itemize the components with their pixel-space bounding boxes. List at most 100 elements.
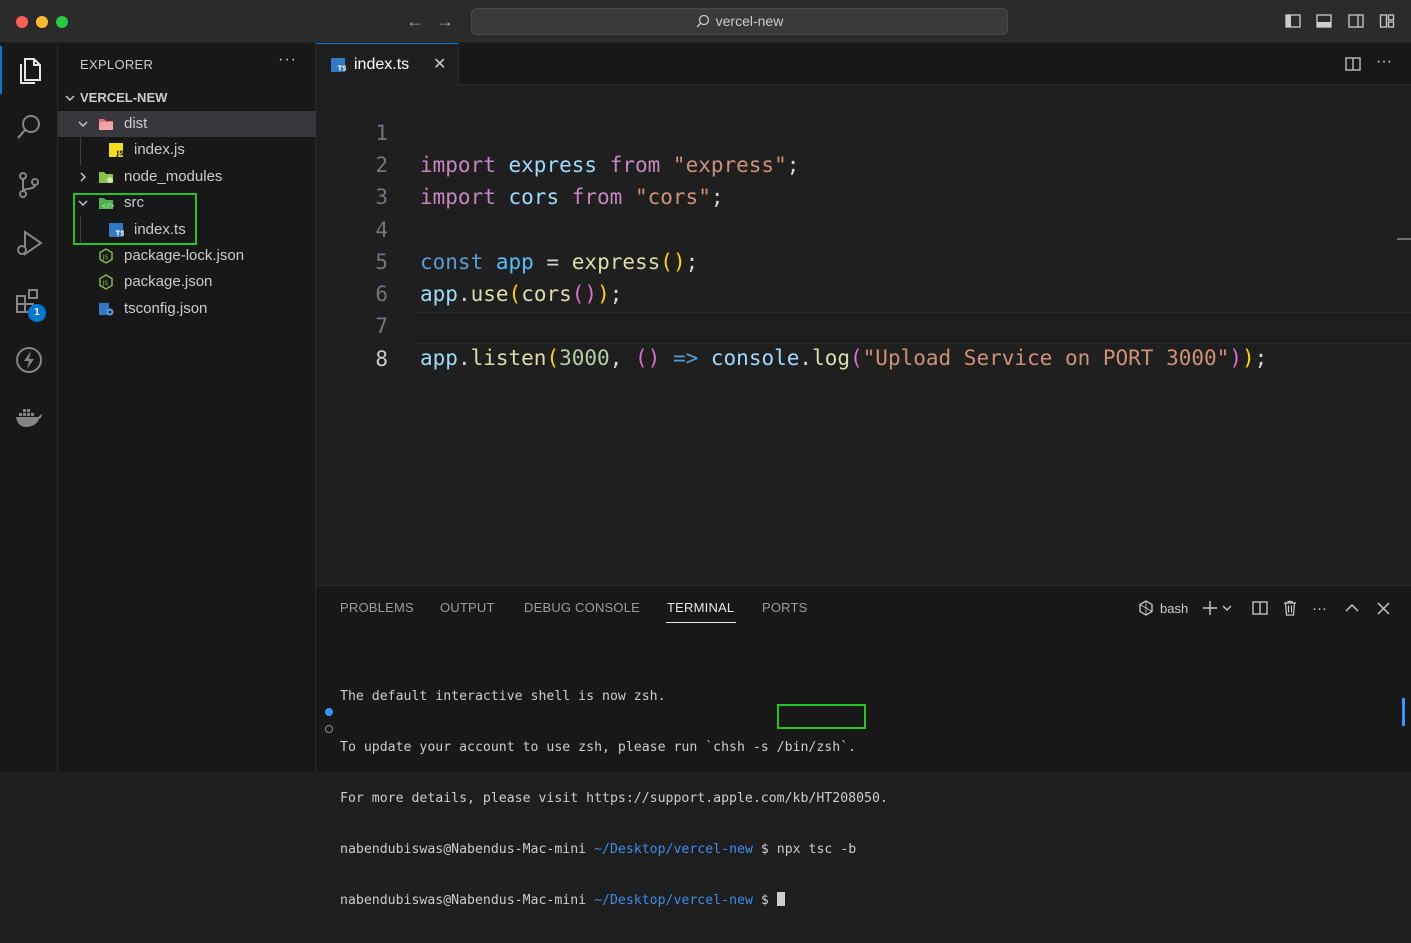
tree-item-label: package.json [124, 273, 213, 290]
tab-label: index.ts [354, 56, 410, 73]
prompt-path: ~/Desktop/vercel-new [594, 842, 753, 857]
tree-item-label: index.js [134, 141, 185, 158]
tree-item-node-modules[interactable]: node_modules [58, 164, 316, 190]
code-line: 3 [316, 149, 1411, 209]
tab-problems[interactable]: PROBLEMS [340, 600, 414, 615]
prompt-symbol: $ [760, 893, 769, 908]
minimize-window-button[interactable] [36, 16, 48, 28]
code-line: 2 import cors from "cors"; [316, 117, 1411, 209]
chevron-down-icon [76, 111, 90, 137]
code-line: 8 [316, 311, 1411, 371]
chevron-up-icon [1345, 604, 1359, 612]
tree-item-package-lock[interactable]: JS package-lock.json [58, 243, 316, 269]
tab-output[interactable]: OUTPUT [440, 600, 495, 615]
toggle-panel-icon[interactable] [1316, 13, 1332, 29]
code-line: 5 app.use(cors()); [316, 214, 1411, 306]
line-number: 8 [375, 347, 388, 371]
tree-item-label: dist [124, 115, 148, 132]
more-actions-button[interactable]: ··· [278, 51, 297, 69]
new-terminal-button[interactable] [1202, 598, 1232, 618]
code-editor[interactable]: 1 import express from "express"; 2 impor… [316, 85, 1411, 585]
prompt-user-host: nabendubiswas@Nabendus-Mac-mini [340, 893, 587, 908]
extensions-badge: 1 [28, 304, 46, 322]
typescript-file-icon: TS [331, 58, 346, 73]
svg-text:JS: JS [102, 280, 109, 287]
explorer-title: EXPLORER [80, 57, 154, 72]
tree-item-tsconfig[interactable]: tsconfig.json [58, 296, 316, 322]
split-editor-icon[interactable] [1345, 56, 1361, 72]
code-line: 1 import express from "express"; [316, 85, 1411, 177]
tab-terminal[interactable]: TERMINAL [667, 600, 734, 615]
terminal-scrollbar[interactable] [1402, 698, 1405, 726]
arrow-left-icon[interactable]: ← [404, 10, 426, 32]
nodejs-file-icon: JS [99, 274, 113, 290]
workspace-name: vercel-new [715, 13, 784, 29]
terminal-output[interactable]: The default interactive shell is now zsh… [340, 654, 888, 943]
split-terminal-button[interactable] [1252, 598, 1268, 618]
svg-text:JS: JS [102, 254, 109, 261]
thunder-client-activity[interactable] [0, 336, 58, 384]
toggle-secondary-sidebar-icon[interactable] [1348, 13, 1364, 29]
search-icon [696, 14, 709, 28]
terminal-line: The default interactive shell is now zsh… [340, 689, 666, 704]
maximize-panel-button[interactable] [1345, 598, 1359, 618]
zoom-window-button[interactable] [56, 16, 68, 28]
nodejs-file-icon: JS [99, 248, 113, 264]
folder-dist-icon [99, 119, 113, 130]
explorer-activity[interactable] [0, 46, 58, 94]
terminal-command: npx tsc -b [776, 842, 857, 857]
code-text: app.listen(3000, () => console.log("Uplo… [420, 346, 1268, 370]
arrow-right-icon[interactable]: → [434, 10, 456, 32]
activity-bar: 1 [0, 43, 58, 772]
extensions-activity[interactable]: 1 [0, 278, 58, 326]
active-tab-underline [666, 622, 736, 623]
docker-activity[interactable] [0, 393, 58, 441]
search-icon [17, 115, 40, 139]
source-control-activity[interactable] [0, 161, 58, 209]
toggle-primary-sidebar-icon[interactable] [1285, 13, 1301, 29]
more-actions-button[interactable]: ··· [1376, 53, 1392, 71]
chevron-right-icon [76, 164, 90, 190]
bottom-panel: PROBLEMS OUTPUT DEBUG CONSOLE TERMINAL P… [316, 585, 1411, 908]
tab-debug-console[interactable]: DEBUG CONSOLE [524, 600, 640, 615]
more-actions-button[interactable]: ··· [1312, 598, 1327, 618]
folder-node-icon [99, 172, 113, 183]
command-pending-decoration[interactable] [325, 725, 333, 733]
kill-terminal-button[interactable] [1282, 598, 1298, 618]
customize-layout-icon[interactable] [1379, 13, 1395, 29]
lightning-icon [16, 347, 42, 373]
run-debug-activity[interactable] [0, 219, 58, 267]
tree-item-package-json[interactable]: JS package.json [58, 269, 316, 295]
terminal-line: To update your account to use zsh, pleas… [340, 740, 857, 755]
search-activity[interactable] [0, 103, 58, 151]
close-panel-button[interactable] [1377, 598, 1390, 618]
close-window-button[interactable] [16, 16, 28, 28]
folder-root[interactable]: VERCEL-NEW [58, 85, 316, 111]
code-line: 7 app.listen(3000, () => console.log("Up… [316, 278, 1411, 370]
terminal-prompt-line: nabendubiswas@Nabendus-Mac-mini ~/Deskto… [340, 892, 888, 909]
javascript-file-icon: JS [109, 143, 125, 158]
close-icon [1377, 602, 1390, 614]
terminal-bash-icon [1139, 600, 1153, 616]
command-center-search[interactable]: vercel-new [471, 8, 1008, 35]
tree-item-index-js[interactable]: JS index.js [58, 137, 316, 163]
split-icon [1252, 601, 1268, 615]
tab-ports[interactable]: PORTS [762, 600, 808, 615]
tree-item-dist[interactable]: dist [58, 111, 316, 137]
source-control-icon [19, 172, 39, 198]
terminal-prompt-line: nabendubiswas@Nabendus-Mac-mini ~/Deskto… [340, 841, 888, 858]
shell-name: bash [1160, 600, 1189, 616]
terminal-cursor [776, 892, 785, 906]
chevron-down-icon [1222, 605, 1232, 611]
prompt-symbol: $ [760, 842, 769, 857]
trash-icon [1284, 600, 1296, 616]
svg-text:JS: JS [116, 150, 125, 158]
command-success-decoration[interactable] [325, 708, 333, 716]
highlight-src-box [73, 193, 197, 245]
terminal-line: For more details, please visit https://s… [340, 791, 888, 806]
plus-icon [1203, 601, 1217, 615]
tab-index-ts[interactable]: TS index.ts ✕ [316, 43, 459, 85]
close-icon[interactable]: ✕ [433, 54, 446, 74]
code-line: 6 [316, 246, 1411, 306]
terminal-shell-selector[interactable]: bash [1138, 598, 1188, 618]
